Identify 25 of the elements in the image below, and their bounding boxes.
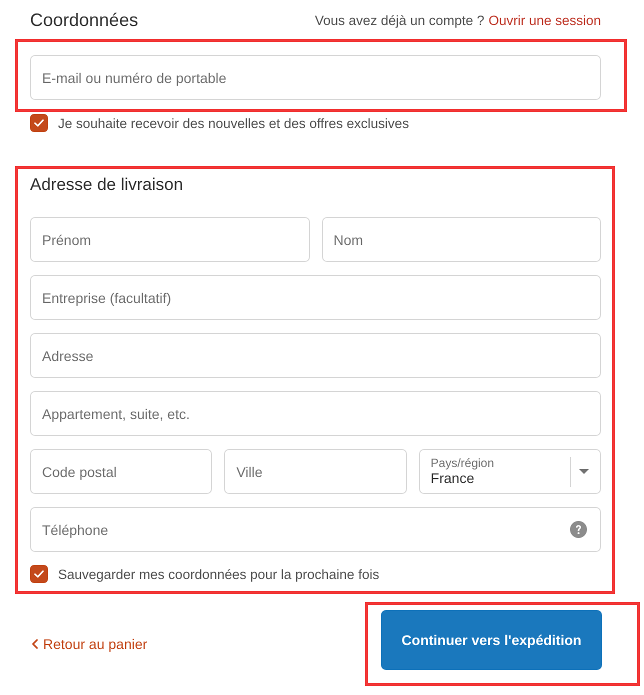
- input-field[interactable]: Appartement, suite, etc.: [30, 391, 601, 436]
- checkbox[interactable]: [30, 565, 48, 583]
- section-heading: Coordonnées: [30, 10, 138, 31]
- select-field[interactable]: Pays/région France: [418, 449, 601, 494]
- continue-button[interactable]: Continuer vers l'expédition: [381, 610, 602, 670]
- caret-icon: [578, 469, 589, 474]
- checkbox[interactable]: [30, 114, 48, 132]
- check-icon: [34, 119, 44, 127]
- input-field[interactable]: Ville: [224, 449, 407, 494]
- input-field[interactable]: Prénom: [30, 217, 310, 262]
- check-icon: [34, 570, 44, 578]
- account-prompt: Vous avez déjà un compte ?: [314, 13, 484, 28]
- input-field[interactable]: Téléphone: [30, 507, 601, 552]
- input-field[interactable]: Nom: [322, 217, 601, 262]
- input-field[interactable]: Entreprise (facultatif): [30, 275, 601, 320]
- checkbox-label[interactable]: Je souhaite recevoir des nouvelles et des offres exclusives: [58, 116, 409, 130]
- section-heading: Adresse de livraison: [30, 174, 184, 196]
- email-field[interactable]: E-mail ou numéro de portable: [30, 55, 601, 100]
- input-field[interactable]: Code postal: [30, 449, 212, 494]
- chevron-left-icon: [32, 639, 38, 649]
- checkbox-label[interactable]: Sauvegarder mes coordonnées pour la prochaine fois: [58, 566, 380, 582]
- help-icon[interactable]: [570, 521, 587, 538]
- login-link[interactable]: Ouvrir une session: [488, 13, 601, 28]
- back-link[interactable]: Retour au panier: [32, 636, 148, 652]
- input-field[interactable]: Adresse: [30, 333, 601, 378]
